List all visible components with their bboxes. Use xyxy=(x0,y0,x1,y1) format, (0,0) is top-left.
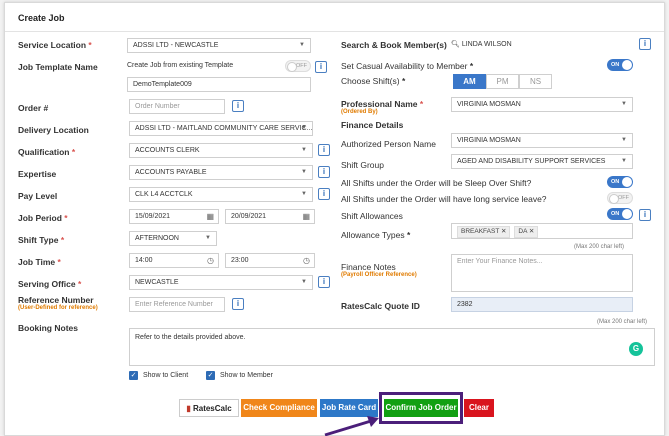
booking-notes-char-count: (Max 200 char left) xyxy=(597,319,648,325)
shift-pm-option[interactable]: PM xyxy=(486,74,519,89)
allowance-tag: BREAKFAST ✕ xyxy=(457,226,511,238)
remove-tag-icon[interactable]: ✕ xyxy=(529,228,534,235)
search-info-icon[interactable]: i xyxy=(639,38,651,50)
casual-availability-label: Set Casual Availability to Member * xyxy=(341,61,474,71)
ratescalc-button[interactable]: ▮ RatesCalc xyxy=(179,399,239,417)
serving-office-select[interactable]: NEWCASTLE xyxy=(129,275,313,290)
allowance-types-input[interactable]: BREAKFAST ✕ DA ✕ xyxy=(451,223,633,239)
long-service-toggle[interactable]: OFF xyxy=(607,192,633,204)
casual-availability-toggle[interactable]: ON xyxy=(607,59,633,71)
template-info-icon[interactable]: i xyxy=(315,61,327,73)
expertise-select[interactable]: ACCOUNTS PAYABLE xyxy=(129,165,313,180)
job-template-input[interactable]: DemoTemplate009 xyxy=(127,77,311,92)
delivery-location-label: Delivery Location xyxy=(18,125,89,135)
shift-type-select[interactable]: AFTERNOON xyxy=(129,231,217,246)
job-start-date-input[interactable]: 15/09/2021 ▦ xyxy=(129,209,219,224)
professional-name-select[interactable]: VIRGINIA MOSMAN xyxy=(451,97,633,112)
allowance-types-label: Allowance Types * xyxy=(341,230,411,240)
page-title: Create Job xyxy=(18,13,65,23)
professional-name-label: Professional Name * (Ordered By) xyxy=(341,99,424,115)
calendar-icon[interactable]: ▦ xyxy=(206,210,214,223)
finance-notes-label: Finance Notes (Payroll Officer Reference) xyxy=(341,262,417,278)
booking-notes-textarea[interactable]: Refer to the details provided above. xyxy=(129,328,655,366)
qualification-select[interactable]: ACCOUNTS CLERK xyxy=(129,143,313,158)
pay-level-label: Pay Level xyxy=(18,191,58,201)
check-compliance-button[interactable]: Check Compliance xyxy=(241,399,317,417)
allowances-info-icon[interactable]: i xyxy=(639,209,651,221)
expertise-label: Expertise xyxy=(18,169,57,179)
long-service-label: All Shifts under the Order will have lon… xyxy=(341,194,547,204)
ratescalc-quote-field: 2382 xyxy=(451,297,633,312)
service-location-label: Service Location * xyxy=(18,40,92,50)
template-toggle[interactable]: OFF xyxy=(285,60,311,72)
confirm-job-order-button[interactable]: Confirm Job Order xyxy=(384,399,458,417)
job-period-label: Job Period * xyxy=(18,213,68,223)
clock-icon[interactable]: ◷ xyxy=(207,254,214,267)
ratescalc-logo-icon: ▮ xyxy=(186,404,191,413)
sleep-over-label: All Shifts under the Order will be Sleep… xyxy=(341,178,532,188)
show-client-checkbox[interactable]: ✓ xyxy=(129,371,138,380)
shift-group-select[interactable]: AGED AND DISABILITY SUPPORT SERVICES xyxy=(451,154,633,169)
search-icon: 🔍︎ xyxy=(451,41,460,48)
clock-icon[interactable]: ◷ xyxy=(303,254,310,267)
remove-tag-icon[interactable]: ✕ xyxy=(501,228,506,235)
delivery-location-select[interactable]: ADSSI LTD - MAITLAND COMMUNITY CARE SERV… xyxy=(129,121,313,136)
calendar-icon[interactable]: ▦ xyxy=(302,210,310,223)
search-member-label: Search & Book Member(s) xyxy=(341,40,447,50)
qualification-label: Qualification * xyxy=(18,147,76,157)
pointer-arrow-icon xyxy=(324,416,379,436)
expertise-info-icon[interactable]: i xyxy=(318,166,330,178)
clear-button[interactable]: Clear xyxy=(464,399,494,417)
service-location-select[interactable]: ADSSI LTD - NEWCASTLE xyxy=(127,38,311,53)
finance-notes-textarea[interactable]: Enter Your Finance Notes... xyxy=(451,254,633,292)
shift-allowances-label: Shift Allowances xyxy=(341,211,403,221)
qualification-info-icon[interactable]: i xyxy=(318,144,330,156)
job-start-time-input[interactable]: 14:00 ◷ xyxy=(129,253,219,268)
shift-group-label: Shift Group xyxy=(341,160,384,170)
reference-number-input[interactable]: Enter Reference Number xyxy=(129,297,225,312)
finance-notes-char-count: (Max 200 char left) xyxy=(574,244,625,250)
authorized-person-label: Authorized Person Name xyxy=(341,139,436,149)
grammarly-icon[interactable]: G xyxy=(629,342,643,356)
sleep-over-toggle[interactable]: ON xyxy=(607,176,633,188)
pay-level-info-icon[interactable]: i xyxy=(318,188,330,200)
shift-type-label: Shift Type * xyxy=(18,235,65,245)
booking-notes-label: Booking Notes xyxy=(18,323,78,333)
order-info-icon[interactable]: i xyxy=(232,100,244,112)
job-time-label: Job Time * xyxy=(18,257,61,267)
show-member-checkbox[interactable]: ✓ xyxy=(206,371,215,380)
order-number-label: Order # xyxy=(18,103,49,113)
template-toggle-text: Create Job from existing Template xyxy=(127,62,234,69)
choose-shift-label: Choose Shift(s) * xyxy=(341,76,406,86)
shift-ns-option[interactable]: NS xyxy=(519,74,552,89)
show-member-label: Show to Member xyxy=(220,372,273,379)
search-member-value[interactable]: 🔍︎ LINDA WILSON xyxy=(451,40,512,48)
create-job-card: Create Job Service Location * ADSSI LTD … xyxy=(4,2,665,436)
reference-info-icon[interactable]: i xyxy=(232,298,244,310)
job-template-label: Job Template Name xyxy=(18,62,98,72)
pay-level-select[interactable]: CLK L4 ACCTCLK xyxy=(129,187,313,202)
finance-details-heading: Finance Details xyxy=(341,120,404,130)
job-end-date-input[interactable]: 20/09/2021 ▦ xyxy=(225,209,315,224)
job-end-time-input[interactable]: 23:00 ◷ xyxy=(225,253,315,268)
authorized-person-select[interactable]: VIRGINIA MOSMAN xyxy=(451,133,633,148)
show-client-label: Show to Client xyxy=(143,372,189,379)
ratescalc-quote-label: RatesCalc Quote ID xyxy=(341,301,420,311)
shift-am-option[interactable]: AM xyxy=(453,74,486,89)
allowance-tag: DA ✕ xyxy=(514,226,539,238)
shift-allowances-toggle[interactable]: ON xyxy=(607,208,633,220)
reference-number-label: Reference Number (User-Defined for refere… xyxy=(18,295,98,311)
serving-office-label: Serving Office * xyxy=(18,279,82,289)
title-divider xyxy=(5,31,664,32)
order-number-input[interactable]: Order Number xyxy=(129,99,225,114)
serving-office-info-icon[interactable]: i xyxy=(318,276,330,288)
